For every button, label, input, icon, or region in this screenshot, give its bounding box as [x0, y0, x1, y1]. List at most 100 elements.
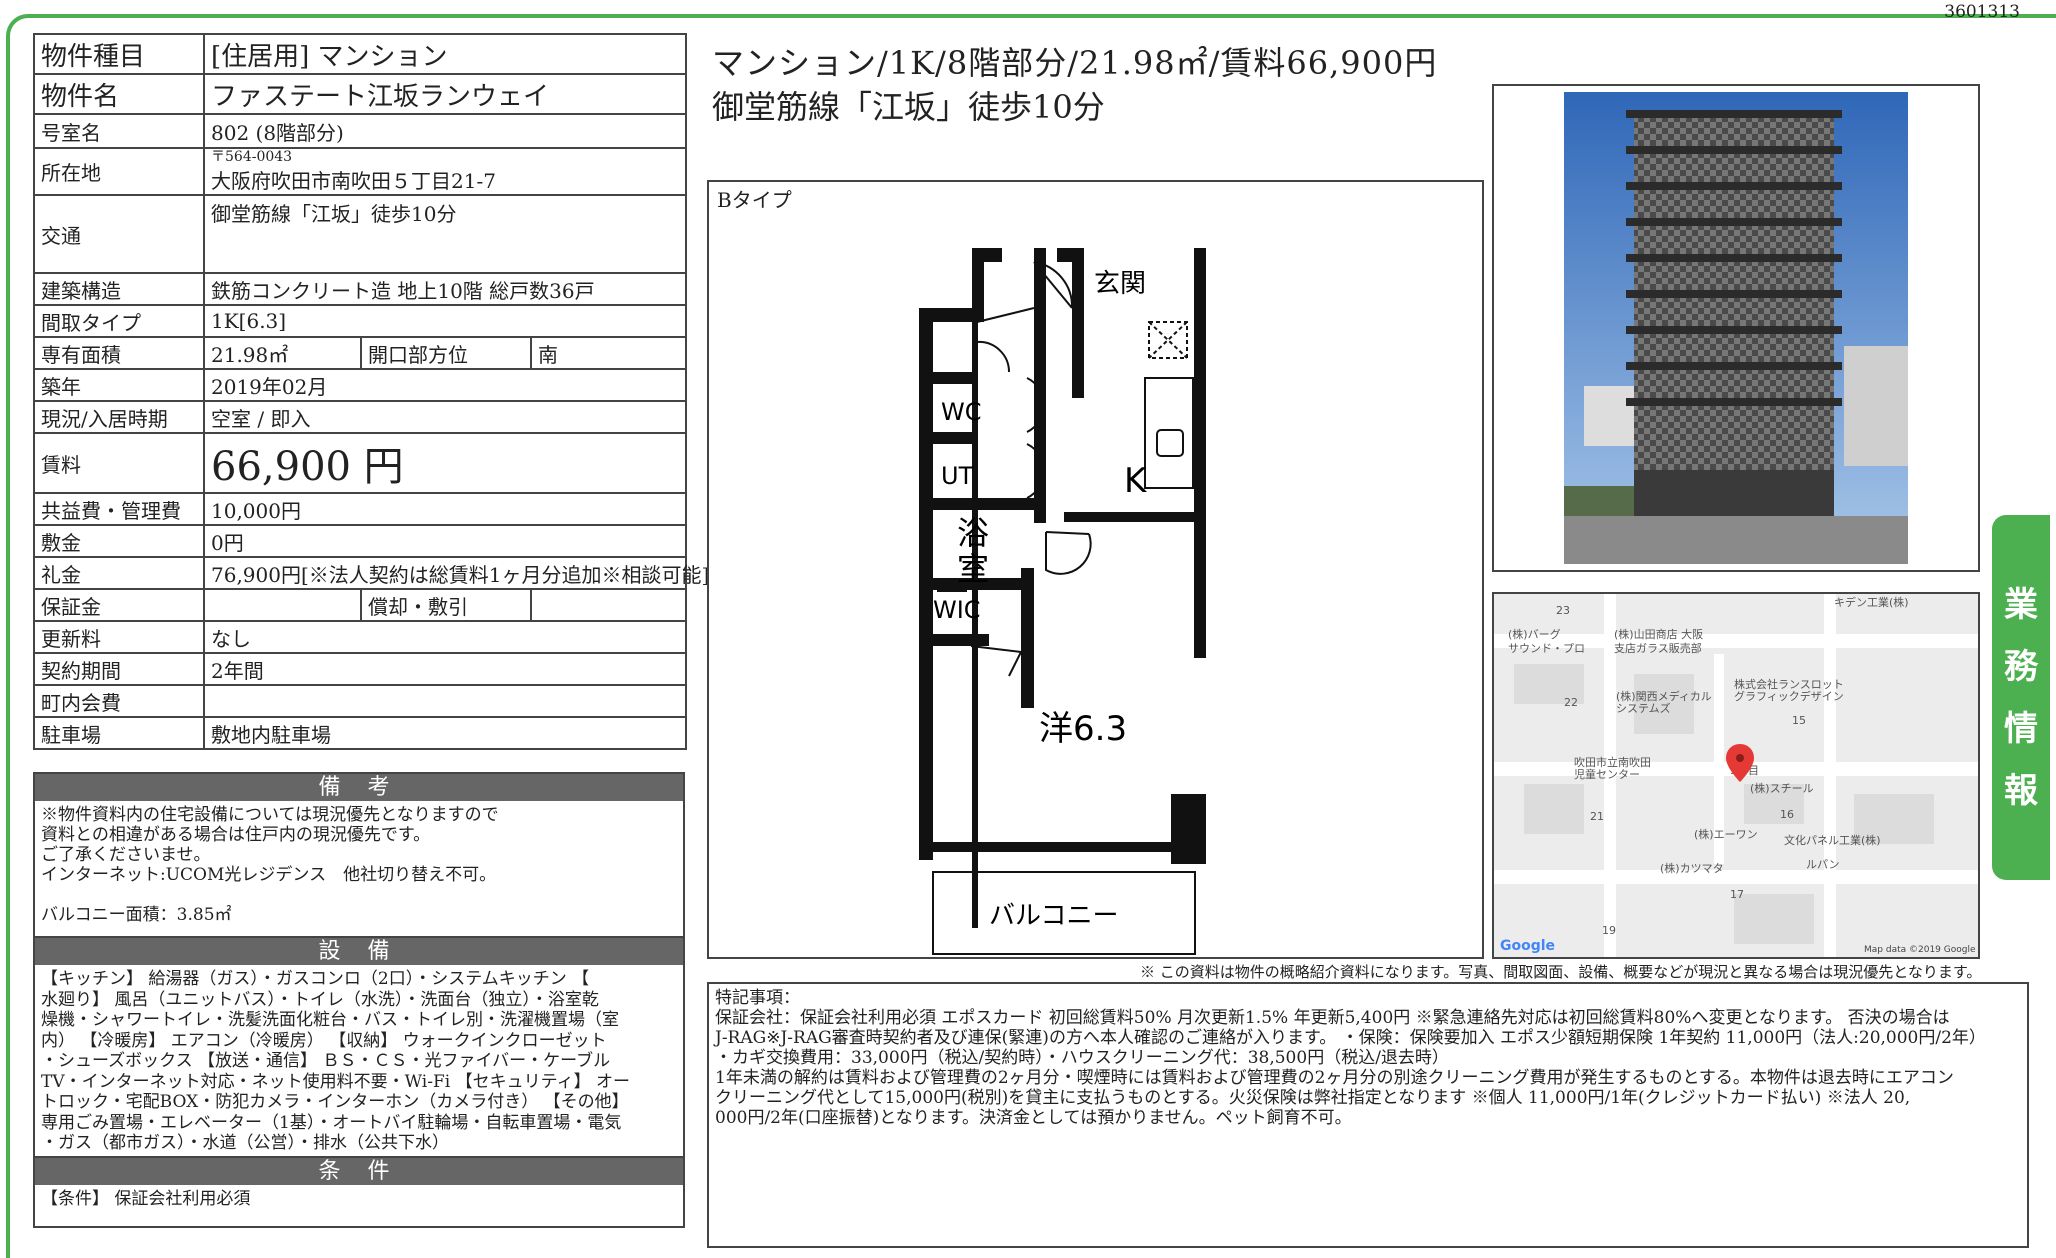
built-date: 2019年02月	[202, 368, 688, 402]
spec-label: 賃料	[33, 432, 205, 494]
room-label-genkan: 玄関	[1094, 269, 1146, 299]
floor-area: 21.98㎡	[203, 336, 362, 370]
spec-label: 敷金	[33, 524, 205, 558]
map-label: (株)山田商店 大阪	[1614, 627, 1703, 641]
location-map[interactable]: 23 キデン工業(株) (株)バーグ サウンド・プロ (株)山田商店 大阪 支店…	[1492, 592, 1980, 959]
map-label: (株)エーワン	[1694, 827, 1758, 841]
rent: 66,900 円	[202, 432, 688, 494]
map-label: 16	[1780, 808, 1794, 821]
remarks-section: 備 考 ※物件資料内の住宅設備については現況優先となりますので 資料との相違があ…	[33, 772, 685, 938]
amortization	[529, 588, 688, 622]
neighborhood-fee	[202, 684, 688, 718]
business-info-tab[interactable]: 業 務 情 報	[1992, 515, 2050, 880]
map-label: 23	[1556, 604, 1570, 617]
spec-label: 契約期間	[33, 652, 205, 686]
map-label: 支店ガラス販売部	[1614, 641, 1702, 655]
map-label: 22	[1564, 696, 1578, 709]
spec-label: 建築構造	[33, 272, 205, 306]
management-fee: 10,000円	[202, 492, 688, 526]
property-type: [住居用] マンション	[202, 33, 688, 75]
property-spec-table: 物件種目 [住居用] マンション 物件名 ファステート江坂ランウェイ 号室名 802 …	[33, 33, 709, 750]
room-label-balcony: バルコニー	[989, 901, 1118, 931]
spec-label: 駐車場	[33, 716, 205, 750]
floor-plan-panel: Bタイプ 玄関 WC UT 浴 室 K WIC 洋6.3 バルコニー	[707, 180, 1484, 959]
guarantee-deposit	[203, 588, 362, 622]
map-label: 17	[1730, 888, 1744, 901]
map-copyright: Map data ©2019 Google	[1864, 945, 1976, 955]
spec-label: 号室名	[33, 113, 205, 149]
map-label: (株)カツマタ	[1660, 861, 1724, 875]
spec-label: 更新料	[33, 620, 205, 654]
parking: 敷地内駐車場	[202, 716, 688, 750]
map-label: 文化パネル工業(株)	[1784, 833, 1881, 847]
transport: 御堂筋線「江坂」徒歩10分	[202, 194, 688, 274]
structure: 鉄筋コンクリート造 地上10階 総戸数36戸	[202, 272, 688, 306]
map-label: (株)関西メディカル	[1616, 689, 1712, 703]
remarks-header: 備 考	[35, 774, 683, 801]
spec-label: 町内会費	[33, 684, 205, 718]
conditions-header: 条 件	[35, 1158, 683, 1185]
direction: 南	[529, 336, 688, 370]
special-notes: 特記事項： 保証会社：保証会社利用必須 エポスカード 初回総賃料50% 月次更新…	[707, 982, 2029, 1248]
map-label: ルパン	[1806, 858, 1840, 871]
map-label: (株)スチール	[1750, 781, 1814, 795]
map-label: サウンド・プロ	[1508, 642, 1585, 655]
spec-label: 間取タイプ	[33, 304, 205, 338]
spec-label: 開口部方位	[360, 336, 532, 370]
room-number: 802 (8階部分)	[202, 113, 688, 149]
room-label-kitchen: K	[1124, 461, 1148, 501]
room-label-wc: WC	[941, 398, 982, 426]
room-label-western: 洋6.3	[1039, 709, 1127, 749]
room-label-bath-2: 室	[957, 550, 989, 588]
renewal-fee: なし	[202, 620, 688, 654]
room-label-wic: WIC	[933, 596, 981, 624]
layout-type: 1K[6.3]	[202, 304, 688, 338]
google-logo: Google	[1500, 938, 1555, 954]
document-id: 3601313	[1944, 2, 2020, 22]
side-tab-char: 業	[2004, 584, 2038, 625]
side-tab-char: 情	[2004, 708, 2038, 749]
spec-label: 現況/入居時期	[33, 400, 205, 434]
occupancy-status: 空室 / 即入	[202, 400, 688, 434]
spec-label: 専有面積	[33, 336, 205, 370]
map-label: キデン工業(株)	[1834, 595, 1909, 609]
spec-label: 償却・敷引	[360, 588, 532, 622]
building-photo-image	[1564, 92, 1908, 564]
floor-plan-drawing: 玄関 WC UT 浴 室 K WIC 洋6.3 バルコニー	[919, 248, 1206, 955]
remarks-text: ※物件資料内の住宅設備については現況優先となりますので 資料との相違がある場合は…	[41, 805, 499, 925]
address: 〒564-0043 大阪府吹田市南吹田５丁目21-7	[202, 147, 688, 196]
spec-label: 所在地	[33, 147, 205, 196]
spec-label: 物件名	[33, 73, 205, 115]
zip-code: 〒564-0043	[211, 149, 293, 165]
building-photo	[1492, 84, 1980, 572]
spec-label: 保証金	[33, 588, 205, 622]
address-line: 大阪府吹田市南吹田５丁目21-7	[211, 169, 496, 193]
map-label: 株式会社ランスロット	[1734, 677, 1844, 691]
equipment-section: 設 備 【キッチン】 給湯器（ガス）・ガスコンロ（2口）・システムキッチン 【 …	[33, 936, 685, 1158]
headline-access: 御堂筋線「江坂」徒歩10分	[712, 88, 1105, 126]
map-label: 15	[1792, 714, 1806, 727]
room-label-bath-1: 浴	[957, 514, 989, 552]
headline-summary: マンション/1K/8階部分/21.98㎡/賃料66,900円	[712, 44, 1438, 82]
equipment-text: 【キッチン】 給湯器（ガス）・ガスコンロ（2口）・システムキッチン 【 水廻り】…	[41, 969, 630, 1153]
room-label-ut: UT	[941, 462, 974, 490]
spec-label: 共益費・管理費	[33, 492, 205, 526]
map-label: 吹田市立南吹田	[1574, 755, 1651, 769]
contract-period: 2年間	[202, 652, 688, 686]
disclaimer-notice: ※ この資料は物件の概略紹介資料になります。写真、間取図面、設備、概要などが現況…	[1140, 963, 1982, 981]
map-label: グラフィックデザイン	[1734, 689, 1844, 703]
map-label: システムズ	[1616, 701, 1671, 715]
map-label: 21	[1590, 810, 1604, 823]
map-label: (株)バーグ	[1508, 627, 1561, 641]
spec-label: 物件種目	[33, 33, 205, 75]
deposit: 0円	[202, 524, 688, 558]
map-image: 23 キデン工業(株) (株)バーグ サウンド・プロ (株)山田商店 大阪 支店…	[1494, 594, 1978, 957]
spec-label: 築年	[33, 368, 205, 402]
conditions-text: 【条件】 保証会社利用必須	[41, 1189, 251, 1209]
side-tab-char: 務	[2004, 646, 2038, 687]
property-name: ファステート江坂ランウェイ	[202, 73, 688, 115]
spec-label: 交通	[33, 194, 205, 274]
conditions-section: 条 件 【条件】 保証会社利用必須	[33, 1156, 685, 1228]
side-tab-char: 報	[2004, 770, 2038, 811]
map-label: 児童センター	[1574, 767, 1640, 781]
